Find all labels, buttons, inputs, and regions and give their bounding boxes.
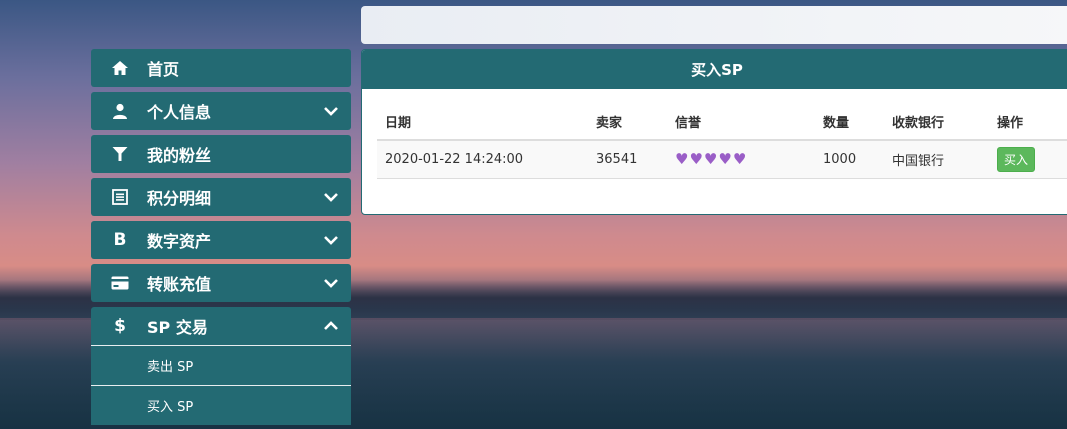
sidebar-item-label: 我的粉丝: [147, 146, 212, 165]
card-icon: [109, 272, 131, 294]
heart-icon: ♥: [703, 150, 719, 169]
sidebar-item-label: 个人信息: [147, 103, 212, 122]
sidebar-item-label: SP 交易: [147, 318, 208, 337]
column-header-bank: 收款银行: [884, 104, 989, 141]
chevron-down-icon: [324, 193, 338, 202]
column-header-seller: 卖家: [588, 104, 667, 141]
filter-icon: [109, 143, 131, 165]
top-bar: [361, 6, 1067, 44]
column-header-rating: 信誉: [667, 104, 815, 141]
sidebar-item-sp-trade[interactable]: $ SP 交易: [91, 307, 351, 345]
sidebar-subitem-label: 卖出 SP: [147, 360, 194, 375]
sidebar-item-home[interactable]: 首页: [91, 49, 351, 87]
sidebar-subitem-buy-sp[interactable]: 买入 SP: [91, 385, 351, 425]
chevron-up-icon: [324, 321, 338, 330]
sidebar-subitem-sell-sp[interactable]: 卖出 SP: [91, 345, 351, 385]
heart-icon: ♥: [689, 150, 704, 169]
sidebar-subitem-label: 买入 SP: [147, 400, 194, 415]
sidebar-item-profile[interactable]: 个人信息: [91, 92, 351, 130]
rating-hearts: ♥♥♥♥♥: [675, 150, 747, 168]
dollar-icon: $: [114, 316, 126, 336]
sidebar-item-label: 积分明细: [147, 189, 212, 208]
user-icon: [109, 100, 131, 122]
cell-quantity: 1000: [815, 140, 884, 179]
column-header-quantity: 数量: [815, 104, 884, 141]
home-icon: [109, 57, 131, 79]
sidebar-item-points[interactable]: 积分明细: [91, 178, 351, 216]
sidebar-item-label: 转账充值: [147, 275, 212, 294]
buy-sp-panel: 买入SP 日期 卖家 信誉 数量 收款银行 操作 2020-01-22 14:2…: [361, 49, 1067, 215]
heart-icon: ♥: [675, 150, 690, 169]
table-row: 2020-01-22 14:24:00 36541 ♥♥♥♥♥ 1000 中国银…: [377, 140, 1067, 179]
panel-title: 买入SP: [362, 50, 1067, 89]
list-icon: [109, 186, 131, 208]
sidebar-item-label: 首页: [147, 60, 180, 79]
sidebar-item-digital-assets[interactable]: B 数字资产: [91, 221, 351, 259]
cell-seller: 36541: [588, 140, 667, 179]
sidebar-item-transfer[interactable]: 转账充值: [91, 264, 351, 302]
bitcoin-icon: B: [113, 230, 127, 250]
column-header-date: 日期: [377, 104, 588, 141]
table-header-row: 日期 卖家 信誉 数量 收款银行 操作: [377, 104, 1067, 141]
sidebar-item-fans[interactable]: 我的粉丝: [91, 135, 351, 173]
chevron-down-icon: [324, 236, 338, 245]
heart-icon: ♥: [718, 150, 733, 169]
orders-table: 日期 卖家 信誉 数量 收款银行 操作 2020-01-22 14:24:00 …: [377, 104, 1067, 179]
cell-action: 买入: [989, 140, 1067, 179]
cell-date: 2020-01-22 14:24:00: [377, 140, 588, 179]
cell-bank: 中国银行: [884, 140, 989, 179]
sidebar-item-label: 数字资产: [147, 232, 212, 251]
cell-rating: ♥♥♥♥♥: [667, 140, 815, 179]
heart-icon: ♥: [732, 150, 748, 169]
sidebar: 首页 个人信息 我的粉丝 积分明细 B 数字资产 转账充值 $ SP 交易 卖出…: [91, 49, 351, 425]
chevron-down-icon: [324, 279, 338, 288]
chevron-down-icon: [324, 107, 338, 116]
column-header-action: 操作: [989, 104, 1067, 141]
buy-button[interactable]: 买入: [997, 146, 1036, 172]
